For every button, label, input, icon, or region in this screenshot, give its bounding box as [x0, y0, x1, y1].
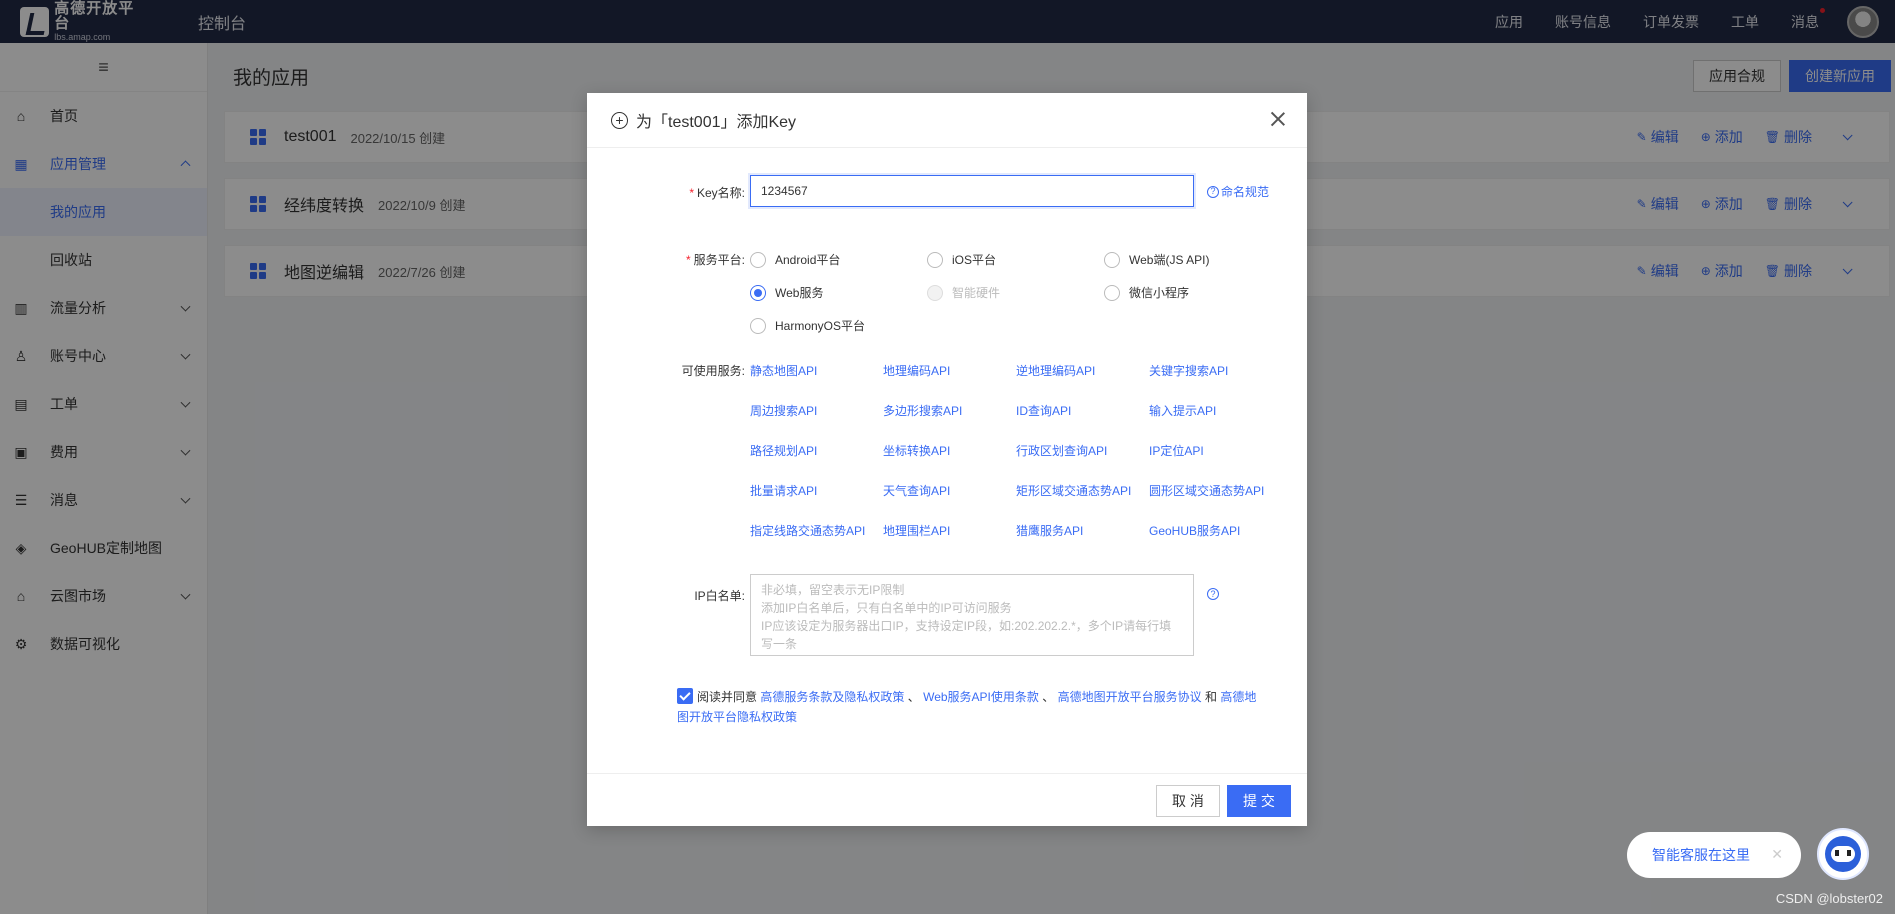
service-link[interactable]: 地理编码API: [883, 362, 950, 379]
platform-label: * 服务平台:: [685, 253, 745, 267]
close-icon[interactable]: [1269, 110, 1287, 128]
modal-title: 为「test001」添加Key: [636, 114, 797, 131]
modal-header: + 为「test001」添加Key: [587, 93, 1307, 148]
service-link[interactable]: 多边形搜索API: [883, 402, 962, 419]
ip-whitelist-label: IP白名单:: [694, 589, 745, 603]
platform-android-radio[interactable]: Android平台: [750, 251, 840, 268]
terms-privacy-link[interactable]: 高德服务条款及隐私权政策: [760, 690, 904, 704]
watermark: CSDN @lobster02: [1775, 891, 1883, 906]
service-link[interactable]: 坐标转换API: [883, 442, 950, 459]
robot-icon: [1825, 836, 1861, 872]
platform-ios-radio[interactable]: iOS平台: [927, 251, 996, 268]
cancel-button[interactable]: 取 消: [1156, 785, 1220, 817]
modal-footer: 取 消 提 交: [587, 773, 1307, 826]
service-link[interactable]: 逆地理编码API: [1016, 362, 1095, 379]
service-link[interactable]: 周边搜索API: [750, 402, 817, 419]
service-link[interactable]: GeoHUB服务API: [1149, 522, 1240, 539]
service-link[interactable]: 路径规划API: [750, 442, 817, 459]
service-link[interactable]: 地理围栏API: [883, 522, 950, 539]
service-link[interactable]: 行政区划查询API: [1016, 442, 1107, 459]
help-icon: ?: [1207, 185, 1219, 198]
platform-service-agreement-link[interactable]: 高德地图开放平台服务协议: [1058, 690, 1202, 704]
ip-whitelist-textarea[interactable]: [750, 574, 1194, 656]
key-name-label: * Key名称:: [689, 186, 745, 200]
platform-web-service-radio[interactable]: Web服务: [750, 284, 823, 301]
platform-wechat-miniprogram-radio[interactable]: 微信小程序: [1104, 284, 1189, 301]
close-icon[interactable]: ✕: [1771, 846, 1783, 863]
agreement: 阅读并同意 高德服务条款及隐私权政策 、 Web服务API使用条款 、 高德地图…: [677, 688, 1257, 724]
service-link[interactable]: 天气查询API: [883, 482, 950, 499]
platform-smart-hardware-radio: 智能硬件: [927, 284, 1000, 301]
agree-checkbox[interactable]: [677, 688, 693, 704]
ip-help-icon[interactable]: ?: [1207, 588, 1219, 600]
service-link[interactable]: IP定位API: [1149, 442, 1204, 459]
service-link[interactable]: 批量请求API: [750, 482, 817, 499]
submit-button[interactable]: 提 交: [1227, 785, 1291, 817]
service-link[interactable]: 圆形区域交通态势API: [1149, 482, 1264, 499]
service-link[interactable]: 矩形区域交通态势API: [1016, 482, 1131, 499]
platform-web-js-radio[interactable]: Web端(JS API): [1104, 251, 1209, 268]
add-key-modal: + 为「test001」添加Key *Key名称: ?命名规范 *服务平台: A…: [587, 93, 1307, 826]
platform-harmonyos-radio[interactable]: HarmonyOS平台: [750, 317, 865, 334]
service-link[interactable]: 关键字搜索API: [1149, 362, 1228, 379]
smart-service-pill[interactable]: 智能客服在这里 ✕: [1627, 832, 1801, 878]
services-label: 可使用服务:: [681, 364, 745, 378]
service-link[interactable]: 静态地图API: [750, 362, 817, 379]
key-name-input[interactable]: [750, 175, 1194, 207]
naming-rules-link[interactable]: ? 命名规范: [1207, 183, 1269, 200]
service-link[interactable]: 输入提示API: [1149, 402, 1216, 419]
add-circle-icon: +: [611, 111, 628, 129]
service-link[interactable]: ID查询API: [1016, 402, 1071, 419]
web-api-terms-link[interactable]: Web服务API使用条款: [923, 690, 1039, 704]
service-link[interactable]: 指定线路交通态势API: [750, 522, 865, 539]
assistant-avatar[interactable]: [1817, 828, 1869, 880]
service-link[interactable]: 猎鹰服务API: [1016, 522, 1083, 539]
smart-service-label: 智能客服在这里: [1652, 847, 1750, 863]
